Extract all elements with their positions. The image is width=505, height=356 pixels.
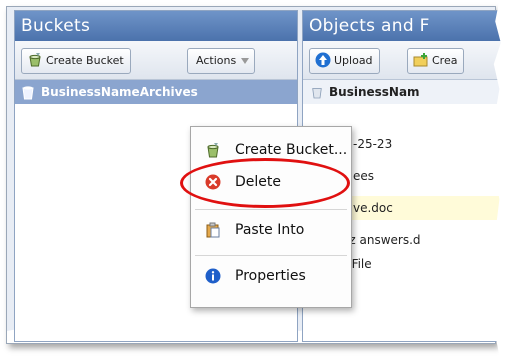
chevron-down-icon	[241, 58, 250, 64]
new-folder-icon	[413, 53, 428, 67]
menu-separator	[195, 209, 347, 210]
bucket-icon	[312, 88, 322, 99]
menu-item-label: Properties	[235, 268, 306, 284]
breadcrumb-label: BusinessNam	[329, 85, 420, 99]
clipboard-icon	[206, 222, 220, 238]
create-bucket-button[interactable]: Create Bucket	[21, 48, 131, 74]
objects-toolbar: Upload Crea	[303, 41, 503, 80]
bucket-row-selected[interactable]: BusinessNameArchives	[15, 80, 297, 104]
bucket-name: BusinessNameArchives	[41, 85, 198, 99]
file-name: ees	[353, 169, 375, 183]
menu-item-properties[interactable]: Properties	[191, 261, 351, 291]
buckets-panel-title: Buckets	[15, 11, 297, 41]
menu-item-label: Paste Into	[235, 222, 305, 238]
buckets-toolbar: Create Bucket Actions	[15, 41, 297, 80]
menu-item-paste-into[interactable]: Paste Into	[191, 215, 351, 245]
breadcrumb[interactable]: BusinessNam	[303, 80, 503, 104]
bucket-icon	[207, 143, 219, 158]
upload-button[interactable]: Upload	[309, 48, 380, 74]
menu-item-label: Create Bucket...	[235, 142, 348, 158]
create-bucket-label: Create Bucket	[46, 54, 124, 67]
highlight-circle-annotation	[180, 158, 350, 208]
create-button[interactable]: Crea	[407, 48, 465, 74]
file-name: -25-23	[353, 137, 393, 151]
menu-separator	[195, 255, 347, 256]
upload-icon	[315, 52, 331, 68]
file-name: ve.doc	[353, 201, 393, 215]
objects-panel-title: Objects and F	[303, 11, 503, 41]
upload-label: Upload	[334, 54, 373, 67]
create-label: Crea	[432, 54, 458, 67]
bucket-icon	[22, 86, 34, 100]
bucket-icon	[29, 53, 41, 67]
context-menu: Create Bucket... Delete Paste Into Prope…	[190, 126, 352, 308]
actions-label: Actions	[196, 54, 237, 67]
info-icon	[205, 268, 221, 284]
actions-dropdown[interactable]: Actions	[187, 48, 256, 74]
